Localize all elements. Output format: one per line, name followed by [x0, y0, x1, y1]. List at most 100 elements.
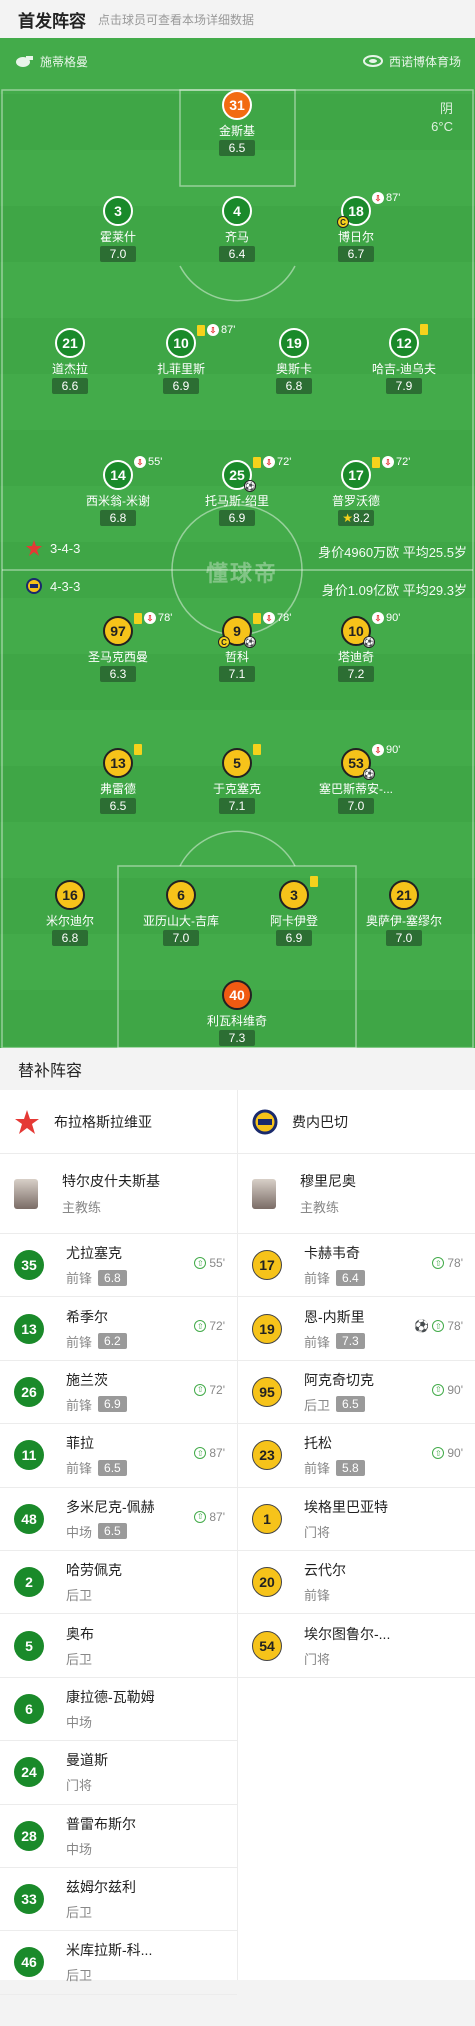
sub-player-row[interactable]: 20 云代尔 前锋 — [238, 1551, 475, 1615]
home-coach-row[interactable]: 特尔皮什夫斯基 主教练 — [0, 1154, 237, 1234]
away-player-3[interactable]: 3 阿卡伊登 6.9 — [234, 876, 354, 947]
sub-player-row[interactable]: 17 卡赫韦奇 前锋 6.4 ⇧ 78' — [238, 1234, 475, 1298]
sub-player-row[interactable]: 48 多米尼克-佩赫 中场 6.5 ⇧ 87' — [0, 1488, 237, 1551]
player-info: 奥布 后卫 — [66, 1624, 94, 1668]
away-player-5[interactable]: 5 于克塞克 7.1 — [177, 744, 297, 815]
sub-player-row[interactable]: 54 埃尔图鲁尔-... 门将 — [238, 1614, 475, 1678]
player-name: 托马斯-绍里 — [205, 494, 269, 508]
player-name: 托松 — [304, 1435, 332, 1452]
home-player-31[interactable]: 31 金斯基 6.5 — [177, 90, 297, 157]
away-player-16[interactable]: 16 米尔迪尔 6.8 — [10, 880, 130, 947]
home-player-17[interactable]: 17 ⇩ 72' 普罗沃德 ★8.2 — [296, 456, 416, 527]
away-team-row[interactable]: 费内巴切 — [238, 1090, 475, 1154]
away-player-6[interactable]: 6 亚历山大-吉库 7.0 — [121, 880, 241, 947]
sub-player-row[interactable]: 46 米库拉斯-科... 后卫 — [0, 1931, 237, 1995]
home-player-18[interactable]: 18 C ⇩ 87' 博日尔 6.7 — [296, 192, 416, 263]
sub-player-row[interactable]: 19 恩-内斯里 前锋 7.3 ⚽ ⇧ 78' — [238, 1297, 475, 1361]
yellow-card-icon — [420, 324, 428, 335]
player-events — [134, 744, 142, 755]
home-player-3[interactable]: 3 霍莱什 7.0 — [58, 196, 178, 263]
home-player-19[interactable]: 19 奥斯卡 6.8 — [234, 328, 354, 395]
home-player-21[interactable]: 21 道杰拉 6.6 — [10, 328, 130, 395]
sub-player-row[interactable]: 23 托松 前锋 5.8 ⇧ 90' — [238, 1424, 475, 1488]
player-name: 弗雷德 — [99, 782, 136, 796]
yellow-card-icon — [134, 744, 142, 755]
sub-player-row[interactable]: 13 希季尔 前锋 6.2 ⇧ 72' — [0, 1297, 237, 1361]
home-player-4[interactable]: 4 齐马 6.4 — [177, 196, 297, 263]
player-rating: 6.5 — [100, 798, 136, 814]
away-value-summary: 身价1.09亿欧 平均29.3岁 — [321, 583, 467, 598]
player-info: 阿克奇切克 后卫 6.5 — [304, 1370, 374, 1414]
player-meta: 前锋 5.8 — [304, 1458, 365, 1477]
player-meta: 中场 6.5 — [66, 1522, 155, 1541]
player-number: 21 — [389, 880, 419, 910]
player-meta: 后卫 — [66, 1965, 152, 1984]
player-number: 53 — [348, 755, 364, 771]
player-meta: 后卫 — [66, 1902, 136, 1921]
player-number: 24 — [14, 1757, 44, 1788]
player-rating: 6.7 — [338, 246, 374, 262]
player-number: 25 — [229, 467, 245, 483]
away-player-21[interactable]: 21 奥萨伊-塞缪尔 7.0 — [344, 880, 464, 947]
sub-player-row[interactable]: 24 曼道斯 门将 — [0, 1741, 237, 1805]
sub-in-time: 72' — [209, 1382, 225, 1397]
away-player-40[interactable]: 40 利瓦科维奇 7.3 — [177, 980, 297, 1047]
player-number: 17 — [341, 460, 371, 490]
sub-player-row[interactable]: 1 埃格里巴亚特 门将 — [238, 1488, 475, 1551]
player-rating: 7.3 — [336, 1333, 365, 1350]
player-position: 中场 — [66, 1841, 93, 1857]
player-name: 道杰拉 — [51, 362, 88, 376]
player-rating: 7.1 — [219, 666, 255, 682]
player-position: 后卫 — [66, 1905, 93, 1921]
sub-player-row[interactable]: 35 尤拉塞克 前锋 6.8 ⇧ 55' — [0, 1234, 237, 1298]
away-player-9[interactable]: 9 C ⚽ ⇩ 78' 哲科 7.1 — [177, 612, 297, 683]
sub-player-row[interactable]: 33 兹姆尔兹利 后卫 — [0, 1868, 237, 1932]
player-meta: 中场 — [66, 1839, 136, 1858]
yellow-card-icon — [253, 612, 261, 624]
player-name: 塞巴斯蒂安-... — [319, 782, 393, 796]
sub-player-row[interactable]: 2 哈劳佩克 后卫 — [0, 1551, 237, 1615]
away-player-97[interactable]: 97 ⇩ 78' 圣马克西曼 6.3 — [58, 612, 178, 683]
sub-out-time: 55' — [148, 456, 163, 468]
away-player-53[interactable]: 53 ⚽ ⇩ 90' 塞巴斯蒂安-... 7.0 — [296, 744, 416, 815]
sub-player-row[interactable]: 95 阿克奇切克 后卫 6.5 ⇧ 90' — [238, 1361, 475, 1425]
sub-player-row[interactable]: 26 施兰茨 前锋 6.9 ⇧ 72' — [0, 1361, 237, 1425]
sub-player-row[interactable]: 5 奥布 后卫 — [0, 1614, 237, 1678]
away-player-13[interactable]: 13 弗雷德 6.5 — [58, 744, 178, 815]
sub-in-info: ⇧ 78' — [432, 1256, 463, 1270]
player-meta: 后卫 — [66, 1585, 122, 1604]
away-player-10[interactable]: 10 ⚽ ⇩ 90' 塔迪奇 7.2 — [296, 612, 416, 683]
sub-player-row[interactable]: 28 普雷布斯尔 中场 — [0, 1805, 237, 1868]
home-team-row[interactable]: 布拉格斯拉维亚 — [0, 1090, 237, 1154]
player-name: 利瓦科维奇 — [206, 1014, 267, 1028]
sub-in-info: ⇧ 87' — [194, 1510, 225, 1524]
sub-in-icon: ⇧ — [194, 1257, 207, 1269]
assist-boot-icon: ⚽ — [363, 636, 375, 648]
player-name: 霍莱什 — [99, 230, 136, 244]
home-player-14[interactable]: 14 ⇩ 55' 西米翁-米谢 6.8 — [58, 456, 178, 527]
sub-in-icon: ⇧ — [432, 1383, 445, 1396]
player-info: 兹姆尔兹利 后卫 — [66, 1877, 136, 1921]
player-number: 13 — [103, 748, 133, 778]
player-meta: 前锋 6.4 — [304, 1268, 365, 1287]
sub-in-time: 87' — [209, 1509, 225, 1524]
sub-out-icon: ⇩ — [144, 612, 156, 624]
player-events: ⇩ 55' — [134, 456, 162, 468]
page-hint: 点击球员可查看本场详细数据 — [98, 12, 255, 27]
player-events: ⇩ 87' — [197, 324, 235, 336]
away-coach-row[interactable]: 穆里尼奥 主教练 — [238, 1154, 475, 1234]
player-info: 米库拉斯-科... 后卫 — [66, 1940, 152, 1984]
sub-player-row[interactable]: 6 康拉德-瓦勒姆 中场 — [0, 1678, 237, 1742]
sub-in-icon: ⇧ — [432, 1257, 445, 1269]
player-info: 普雷布斯尔 中场 — [66, 1814, 136, 1858]
player-number: 48 — [14, 1503, 44, 1534]
player-position: 前锋 — [66, 1461, 93, 1477]
sub-in-time: 87' — [209, 1446, 225, 1461]
home-player-10[interactable]: 10 ⇩ 87' 扎菲里斯 6.9 — [121, 324, 241, 395]
home-player-25[interactable]: 25 ⚽ ⇩ 72' 托马斯-绍里 6.9 — [177, 456, 297, 527]
sub-in-info: ⇧ 90' — [432, 1383, 463, 1397]
sub-player-row[interactable]: 11 菲拉 前锋 6.5 ⇧ 87' — [0, 1424, 237, 1488]
home-player-12[interactable]: 12 哈吉-迪乌夫 7.9 — [344, 324, 464, 395]
player-info: 尤拉塞克 前锋 6.8 — [66, 1243, 127, 1287]
sub-in-time: 78' — [447, 1256, 463, 1270]
